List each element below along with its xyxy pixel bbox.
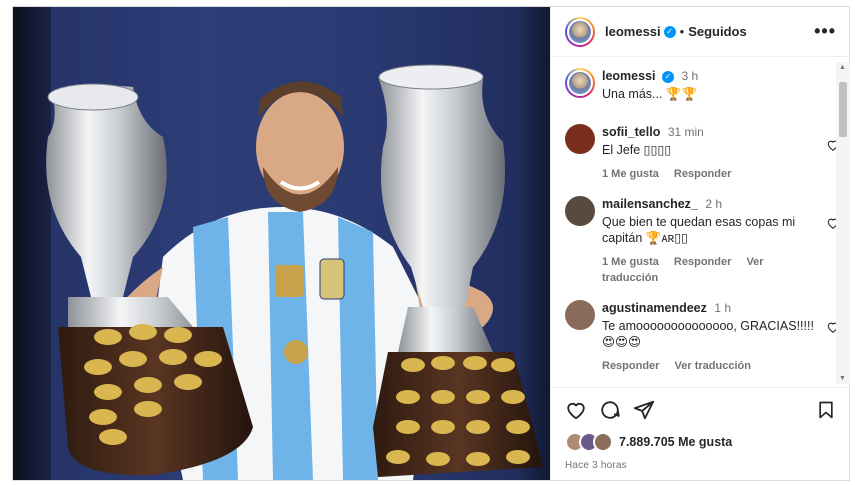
caption: leomessi ✓ 3 h Una más... 🏆🏆 — [565, 68, 850, 102]
caption-time: 3 h — [681, 69, 699, 83]
commenter-avatar[interactable] — [565, 300, 595, 330]
photo-illustration — [46, 64, 543, 480]
reply-button[interactable]: Responder — [674, 168, 731, 180]
comments-list: leomessi ✓ 3 h Una más... 🏆🏆 sofii_tello… — [551, 58, 850, 382]
comment-item: sofii_tello 31 min El Jefe ▯▯▯▯ 1 Me gus… — [565, 124, 850, 182]
likes-row: 7.889.705 Me gusta — [565, 432, 836, 452]
verified-badge-icon: ✓ — [663, 25, 676, 38]
post-actions: 7.889.705 Me gusta Hace 3 horas — [551, 387, 850, 471]
scroll-down-arrow-icon[interactable]: ▼ — [839, 375, 846, 382]
share-send-icon[interactable] — [633, 399, 655, 421]
comment-text: El Jefe ▯▯▯▯ — [602, 143, 672, 157]
like-heart-icon[interactable] — [565, 399, 587, 421]
comment-username[interactable]: agustinamendeez — [602, 301, 707, 315]
reply-button[interactable]: Responder — [602, 360, 659, 372]
see-translation-link[interactable]: Ver traducción — [675, 360, 751, 372]
comment-text: Te amoooooooooooooo, GRACIAS!!!!! 😍😍😍 — [602, 319, 814, 349]
commenter-avatar[interactable] — [565, 124, 595, 154]
comment-username[interactable]: sofii_tello — [602, 125, 660, 139]
comment-item: agustinamendeez 1 h Te amoooooooooooooo,… — [565, 300, 850, 374]
caption-avatar[interactable] — [565, 68, 595, 98]
comment-username[interactable]: mailensanchez_ — [602, 197, 698, 211]
author-avatar[interactable] — [565, 16, 595, 47]
separator-dot: • — [679, 24, 685, 39]
verified-badge-icon: ✓ — [662, 70, 674, 83]
comment-likes-link[interactable]: 1 Me gusta — [602, 168, 659, 180]
comment-text: Que bien te quedan esas copas mi capitán… — [602, 215, 796, 245]
save-bookmark-icon[interactable] — [816, 399, 836, 421]
post-dialog: leomessi ✓ • Seguidos ••• leomessi ✓ 3 h… — [12, 6, 850, 481]
caption-text: Una más... 🏆🏆 — [602, 87, 698, 101]
comment-time: 31 min — [667, 125, 704, 139]
comment-bubble-icon[interactable] — [599, 399, 621, 421]
author-username[interactable]: leomessi — [605, 24, 661, 39]
more-options-icon[interactable]: ••• — [814, 21, 836, 42]
caption-username[interactable]: leomessi — [602, 69, 656, 83]
scroll-thumb[interactable] — [839, 82, 847, 137]
likes-count[interactable]: 7.889.705 Me gusta — [619, 435, 732, 449]
post-header: leomessi ✓ • Seguidos ••• — [551, 7, 850, 57]
comment-likes-link[interactable]: 1 Me gusta — [602, 256, 659, 268]
comment-time: 2 h — [705, 197, 723, 211]
comment-time: 1 h — [714, 301, 732, 315]
follow-status-button[interactable]: Seguidos — [688, 24, 747, 39]
comments-scrollbar[interactable]: ▲ ▼ — [836, 62, 850, 384]
liker-avatar[interactable] — [593, 432, 613, 452]
reply-button[interactable]: Responder — [674, 256, 731, 268]
scroll-up-arrow-icon[interactable]: ▲ — [839, 64, 846, 71]
post-photo[interactable] — [13, 7, 550, 480]
post-side-panel: leomessi ✓ • Seguidos ••• leomessi ✓ 3 h… — [550, 7, 850, 480]
comment-item: mailensanchez_ 2 h Que bien te quedan es… — [565, 196, 850, 286]
commenter-avatar[interactable] — [565, 196, 595, 226]
post-timestamp[interactable]: Hace 3 horas — [565, 460, 836, 471]
